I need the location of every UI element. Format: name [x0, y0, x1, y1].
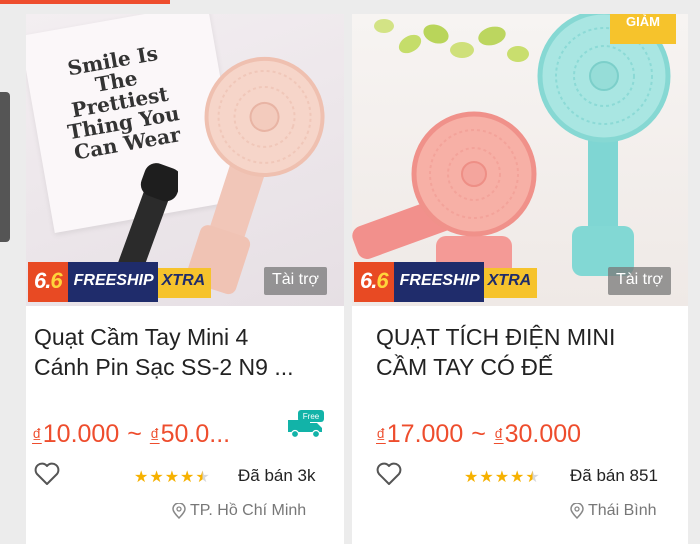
price-max: 50.0...: [160, 420, 231, 448]
price-min: 17.000: [386, 420, 464, 448]
badge-xtra: XTRA: [483, 268, 538, 298]
heart-icon[interactable]: [376, 462, 402, 486]
badge-freeship: FREESHIP: [393, 262, 484, 302]
star-icon: ★: [180, 469, 195, 486]
currency-symbol: ₫: [376, 426, 386, 447]
discount-tag: GIẢM: [610, 14, 676, 44]
product-title[interactable]: QUẠT TÍCH ĐIỆN MINI CẦM TAY CÓ ĐẾ: [376, 322, 615, 382]
badge-66: 6.6: [354, 262, 394, 302]
promo-badge: 6.6 FREESHIP XTRA: [354, 262, 538, 302]
price-range: ₫ 17.000 ~ ₫ 30.000: [376, 420, 581, 449]
rating-stars: ★ ★ ★ ★ ★: [134, 470, 210, 486]
half-star-icon: ★: [525, 469, 540, 486]
currency-symbol: ₫: [493, 426, 504, 447]
star-icon: ★: [494, 469, 510, 486]
free-ship-text: Free: [303, 412, 320, 421]
price-separator: ~: [471, 420, 486, 448]
badge-xtra: XTRA: [157, 268, 212, 298]
location-pin-icon: [172, 503, 186, 519]
product-image[interactable]: Smile Is The Prettiest Thing You Can Wea…: [26, 14, 344, 306]
location: TP. Hồ Chí Minh: [172, 502, 306, 520]
star-icon: ★: [164, 469, 180, 486]
product-card[interactable]: Smile Is The Prettiest Thing You Can Wea…: [26, 14, 344, 544]
sold-count: Đã bán 3k: [238, 466, 316, 485]
star-icon: ★: [464, 469, 479, 486]
star-icon: ★: [510, 469, 525, 486]
product-title-line: CẦM TAY CÓ ĐẾ: [376, 354, 554, 380]
currency-symbol: ₫: [149, 426, 160, 447]
location: Thái Bình: [570, 502, 656, 520]
location-text: Thái Bình: [588, 502, 657, 519]
badge-66: 6.6: [28, 262, 68, 302]
price-separator: ~: [127, 420, 142, 448]
heart-icon[interactable]: [34, 462, 60, 486]
product-title-line: Quạt Cầm Tay Mini 4: [34, 324, 249, 350]
sponsored-label: Tài trợ: [608, 267, 671, 295]
star-icon: ★: [134, 469, 149, 486]
product-title-line: Cánh Pin Sạc SS-2 N9 ...: [34, 354, 294, 380]
location-pin-icon: [570, 503, 584, 519]
star-icon: ★: [479, 469, 494, 486]
price-range: ₫ 10.000 ~ ₫ 50.0...: [32, 420, 230, 449]
sold-count: Đã bán 851: [570, 466, 658, 485]
side-drawer-handle[interactable]: [0, 92, 10, 242]
star-icon: ★: [149, 469, 164, 486]
half-star-icon: ★: [195, 469, 210, 486]
location-text: TP. Hồ Chí Minh: [190, 502, 307, 519]
product-card[interactable]: GIẢM 6.6 FREESHIP XTRA Tài trợ QUẠT TÍCH…: [352, 14, 688, 544]
top-accent-bar: [0, 0, 170, 4]
price-min: 10.000: [42, 420, 120, 448]
price-max: 30.000: [504, 420, 582, 448]
rating-stars: ★ ★ ★ ★ ★: [464, 470, 540, 486]
product-title[interactable]: Quạt Cầm Tay Mini 4 Cánh Pin Sạc SS-2 N9…: [34, 322, 294, 382]
product-image[interactable]: GIẢM 6.6 FREESHIP XTRA Tài trợ: [352, 14, 688, 306]
sponsored-label: Tài trợ: [264, 267, 327, 295]
promo-badge: 6.6 FREESHIP XTRA: [28, 262, 212, 302]
free-shipping-truck-icon: Free: [288, 410, 324, 439]
product-title-line: QUẠT TÍCH ĐIỆN MINI: [376, 324, 616, 350]
badge-freeship: FREESHIP: [67, 262, 158, 302]
currency-symbol: ₫: [32, 426, 42, 447]
